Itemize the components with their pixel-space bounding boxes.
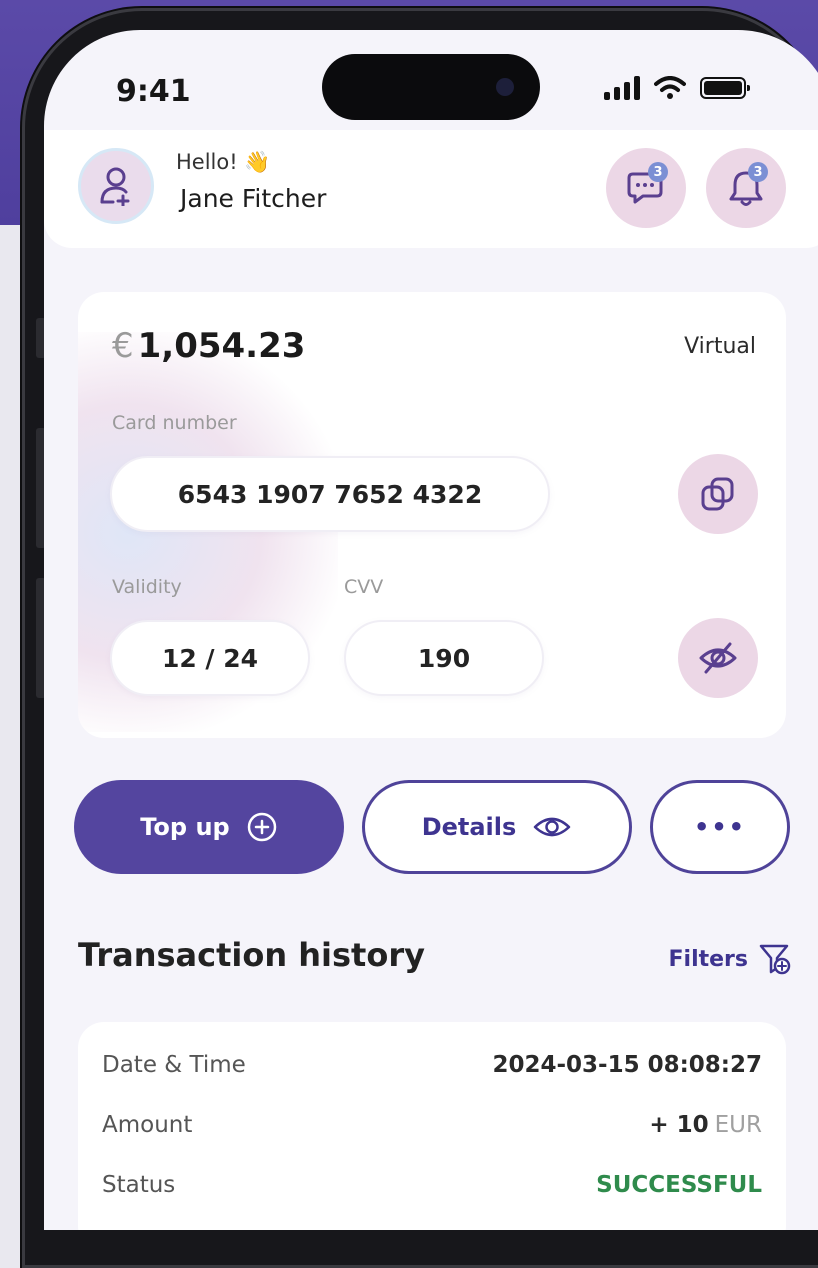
- transaction-row: Date & Time 2024-03-15 08:08:27: [102, 1052, 762, 1078]
- row-value: 2024-03-15 08:08:27: [492, 1052, 762, 1078]
- cvv-field[interactable]: 190: [344, 620, 544, 696]
- row-label: Date & Time: [102, 1052, 246, 1078]
- top-up-label: Top up: [140, 813, 230, 841]
- hide-details-button[interactable]: [678, 618, 758, 698]
- row-value: + 10 EUR: [649, 1112, 762, 1138]
- transaction-card[interactable]: Date & Time 2024-03-15 08:08:27 Amount +…: [78, 1022, 786, 1230]
- status-icons: [604, 76, 750, 100]
- top-up-button[interactable]: Top up: [74, 780, 344, 874]
- details-button[interactable]: Details: [362, 780, 632, 874]
- chat-button[interactable]: 3: [606, 148, 686, 228]
- validity-field[interactable]: 12 / 24: [110, 620, 310, 696]
- status-time: 9:41: [116, 74, 191, 109]
- card-number-field[interactable]: 6543 1907 7652 4322: [110, 456, 550, 532]
- eye-off-icon: [699, 642, 737, 674]
- avatar[interactable]: [78, 148, 154, 224]
- transaction-history-title: Transaction history: [78, 936, 425, 974]
- copy-button[interactable]: [678, 454, 758, 534]
- more-button[interactable]: •••: [650, 780, 790, 874]
- row-label: Status: [102, 1172, 176, 1198]
- validity-label: Validity: [112, 576, 182, 598]
- filters-button[interactable]: Filters: [669, 942, 793, 976]
- add-user-icon: [100, 167, 130, 206]
- currency-symbol: €: [112, 326, 134, 366]
- user-name: Jane Fitcher: [180, 184, 327, 213]
- bell-badge: 3: [748, 162, 768, 182]
- balance-amount: 1,054.23: [137, 326, 306, 366]
- eye-icon: [534, 817, 571, 837]
- amount-value: + 10: [649, 1112, 709, 1138]
- card-number-label: Card number: [112, 412, 237, 434]
- amount-unit: EUR: [714, 1112, 762, 1138]
- battery-icon: [700, 77, 750, 99]
- transaction-row: Amount + 10 EUR: [102, 1112, 762, 1138]
- row-label: Amount: [102, 1112, 193, 1138]
- more-icon: •••: [693, 813, 747, 841]
- card-balance: €1,054.23: [112, 326, 305, 366]
- status-value: SUCCESSFUL: [596, 1172, 762, 1198]
- chat-badge: 3: [648, 162, 668, 182]
- signal-icon: [604, 76, 640, 100]
- phone-screen: 9:41 Hello! 👋 Jane Fitcher 3 3 € 1,054.2…: [44, 30, 818, 1230]
- copy-icon: [701, 477, 734, 511]
- filters-label: Filters: [668, 946, 749, 972]
- details-label: Details: [421, 813, 517, 841]
- card-type: Virtual: [684, 334, 756, 359]
- filter-icon: [759, 944, 791, 975]
- virtual-card: €1,054.23 Virtual Card number 6543 1907 …: [78, 292, 786, 738]
- plus-circle-icon: [247, 812, 276, 842]
- transaction-row: Status SUCCESSFUL: [102, 1172, 762, 1198]
- cvv-label: CVV: [344, 576, 384, 598]
- greeting-text: Hello! 👋: [176, 150, 271, 174]
- app-header: Hello! 👋 Jane Fitcher 3 3: [44, 130, 818, 248]
- wifi-icon: [654, 76, 686, 99]
- dynamic-island: [322, 54, 540, 120]
- notifications-button[interactable]: 3: [706, 148, 786, 228]
